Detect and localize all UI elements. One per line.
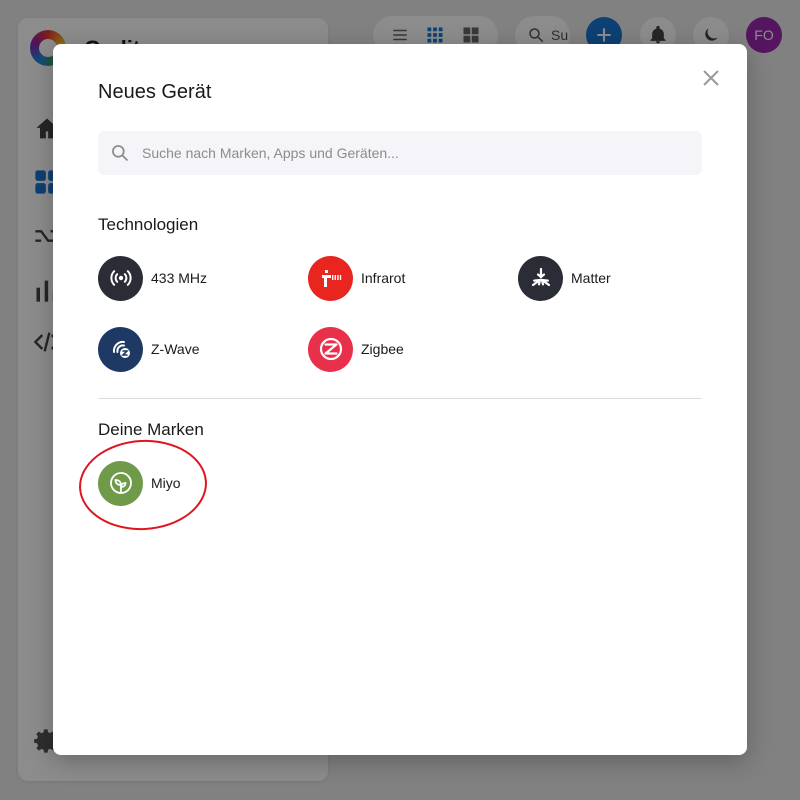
new-device-dialog: Neues Gerät Technologien 433 MHz <box>53 44 747 755</box>
technology-label: Zigbee <box>361 341 404 357</box>
zigbee-icon <box>308 326 353 372</box>
zwave-icon <box>98 326 143 372</box>
technology-zigbee[interactable]: Zigbee <box>308 326 404 372</box>
miyo-leaf-icon <box>98 460 143 506</box>
brands-heading: Deine Marken <box>98 420 204 439</box>
matter-icon <box>518 255 563 301</box>
technology-zwave[interactable]: Z-Wave <box>98 326 199 372</box>
infrared-icon <box>308 255 353 301</box>
section-divider <box>98 398 702 399</box>
technology-infrared[interactable]: Infrarot <box>308 255 405 301</box>
technology-matter[interactable]: Matter <box>518 255 611 301</box>
technology-label: Infrarot <box>361 270 406 286</box>
close-button[interactable] <box>699 66 723 90</box>
technology-433mhz[interactable]: 433 MHz <box>98 255 207 301</box>
device-search-input[interactable] <box>142 131 692 175</box>
dialog-title: Neues Gerät <box>98 81 212 103</box>
radio-waves-icon <box>98 255 143 301</box>
brand-miyo[interactable]: Miyo <box>98 460 181 506</box>
technology-label: Z-Wave <box>151 341 200 357</box>
technology-label: 433 MHz <box>151 270 208 286</box>
technologies-heading: Technologien <box>98 215 199 234</box>
brand-label: Miyo <box>151 475 181 491</box>
device-search <box>98 131 702 175</box>
search-icon <box>110 143 130 163</box>
close-icon <box>703 70 719 86</box>
technology-label: Matter <box>571 270 611 286</box>
